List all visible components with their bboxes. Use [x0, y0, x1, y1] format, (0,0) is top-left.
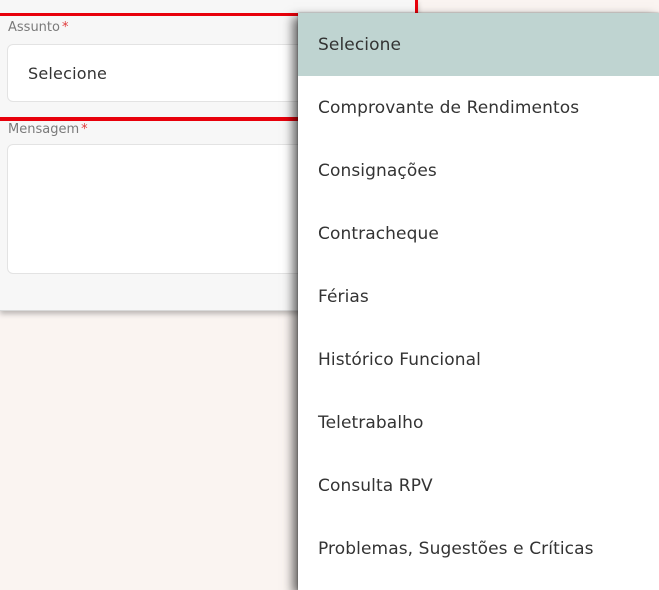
message-label: Mensagem * — [8, 122, 88, 137]
message-label-text: Mensagem — [8, 122, 80, 137]
dropdown-option-contracheque[interactable]: Contracheque — [298, 202, 659, 265]
dropdown-option-selecione[interactable]: Selecione — [298, 13, 659, 76]
message-textarea[interactable] — [7, 144, 337, 274]
subject-dropdown-list: Selecione Comprovante de Rendimentos Con… — [298, 13, 659, 590]
subject-select-value: Selecione — [28, 64, 108, 83]
dropdown-option-teletrabalho[interactable]: Teletrabalho — [298, 391, 659, 454]
required-asterisk: * — [61, 20, 69, 35]
dropdown-option-ferias[interactable]: Férias — [298, 265, 659, 328]
dropdown-option-consignacoes[interactable]: Consignações — [298, 139, 659, 202]
subject-select[interactable]: Selecione — [7, 44, 337, 102]
dropdown-option-comprovante-de-rendimentos[interactable]: Comprovante de Rendimentos — [298, 76, 659, 139]
highlight-underline — [0, 117, 300, 121]
subject-label: Assunto * — [8, 20, 68, 35]
required-asterisk: * — [81, 122, 88, 137]
dropdown-option-historico-funcional[interactable]: Histórico Funcional — [298, 328, 659, 391]
subject-label-text: Assunto — [8, 20, 60, 35]
dropdown-option-consulta-rpv[interactable]: Consulta RPV — [298, 454, 659, 517]
dropdown-option-problemas-sugestoes-criticas[interactable]: Problemas, Sugestões e Críticas — [298, 517, 659, 580]
